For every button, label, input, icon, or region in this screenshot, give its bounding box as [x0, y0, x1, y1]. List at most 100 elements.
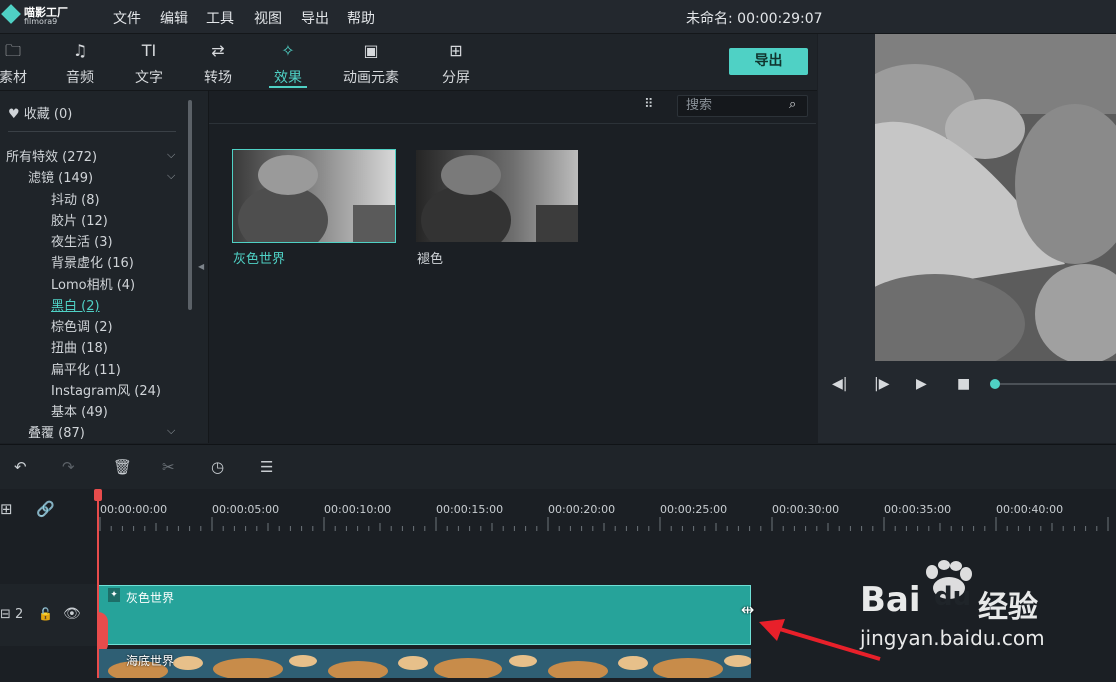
speed-clock-icon[interactable]: ◷ — [211, 458, 224, 476]
tree-basic[interactable]: 基本 (49) — [51, 401, 108, 420]
divider — [8, 131, 176, 132]
tab-transitions[interactable]: ⇄ 转场 — [200, 34, 236, 88]
effects-grid — [209, 91, 816, 443]
effect-thumb-fade[interactable] — [416, 150, 578, 242]
ruler-label: 00:00:20:00 — [548, 503, 616, 516]
tree-film[interactable]: 胶片 (12) — [51, 210, 108, 229]
menu-file[interactable]: 文件 — [113, 8, 141, 28]
playhead-marker[interactable] — [98, 612, 108, 654]
effect-thumb-image — [233, 150, 395, 242]
tree-shake[interactable]: 抖动 (8) — [51, 189, 100, 208]
adjust-sliders-icon[interactable]: ☰ — [260, 458, 273, 476]
tab-media[interactable]: 🗀 素材 — [0, 34, 30, 88]
ruler-label: 00:00:40:00 — [996, 503, 1064, 516]
tree-nightlife[interactable]: 夜生活 (3) — [51, 231, 113, 250]
ruler-label: 00:00:25:00 — [660, 503, 728, 516]
watermark-jingyan: 经验 — [978, 590, 1038, 625]
eye-icon[interactable]: 👁 — [63, 606, 81, 622]
tab-elements-label: 动画元素 — [343, 70, 399, 86]
tree-sepia[interactable]: 棕色调 (2) — [51, 316, 113, 335]
playhead[interactable] — [97, 489, 99, 678]
favorites-item[interactable]: ♥ 收藏 (0) — [8, 103, 72, 122]
cut-icon[interactable]: ✂ — [162, 458, 175, 476]
tab-transitions-label: 转场 — [204, 70, 232, 86]
menu-export[interactable]: 导出 — [301, 8, 329, 28]
export-button[interactable]: 导出 — [729, 48, 808, 75]
ruler-label: 00:00:35:00 — [884, 503, 952, 516]
effect-thumb-gray-world[interactable] — [232, 149, 396, 243]
menu-edit[interactable]: 编辑 — [160, 8, 188, 28]
stop-icon[interactable]: ■ — [957, 376, 970, 392]
ruler-label: 00:00:10:00 — [324, 503, 392, 516]
ruler-label: 00:00:15:00 — [436, 503, 504, 516]
tab-effects-label: 效果 — [274, 70, 302, 86]
favorites-label: 收藏 (0) — [23, 107, 73, 122]
tab-split-screen[interactable]: ⊞ 分屏 — [438, 34, 474, 88]
menu-help[interactable]: 帮助 — [347, 8, 375, 28]
tree-instagram[interactable]: Instagram风 (24) — [51, 380, 161, 399]
lock-icon[interactable]: 🔓 — [38, 607, 53, 621]
playhead-handle[interactable] — [94, 489, 102, 501]
tab-split-screen-label: 分屏 — [442, 70, 470, 86]
effects-icon: ✧ — [281, 41, 295, 60]
text-icon: TI — [141, 41, 157, 60]
logo-icon — [1, 4, 21, 24]
media-toolbar — [0, 34, 817, 91]
tree-lomo[interactable]: Lomo相机 (4) — [51, 274, 135, 293]
tree-flat[interactable]: 扁平化 (11) — [51, 359, 121, 378]
image-icon: ▣ — [363, 41, 379, 60]
tree-black-white[interactable]: 黑白 (2) — [51, 295, 100, 314]
ruler-label: 00:00:30:00 — [772, 503, 840, 516]
grid-view-icon[interactable]: ⠿ — [644, 97, 653, 112]
collapse-panel-icon[interactable]: ◀ — [198, 262, 204, 271]
watermark-brand: Bai — [860, 580, 921, 620]
menu-view[interactable]: 视图 — [254, 8, 282, 28]
video-clip[interactable] — [98, 649, 752, 681]
resize-cursor-icon: ⇹ — [741, 600, 755, 619]
track-icon: ⊟ — [0, 607, 11, 622]
effect-label: 灰色世界 — [233, 252, 286, 267]
tree-overlays[interactable]: 叠覆 (87) — [28, 422, 85, 441]
tab-media-label: 素材 — [0, 70, 27, 86]
tree-filters[interactable]: 滤镜 (149) — [28, 167, 93, 186]
tree-bokeh[interactable]: 背景虚化 (16) — [51, 252, 134, 271]
chevron-down-icon[interactable]: ⌵ — [167, 424, 175, 438]
preview-video — [845, 34, 1116, 374]
folder-icon: 🗀 — [4, 41, 22, 60]
video-clip-label: 海底世界 — [126, 654, 175, 668]
ruler-label: 00:00:00:00 — [100, 503, 168, 516]
redo-icon[interactable]: ↷ — [62, 458, 75, 476]
tab-effects[interactable]: ✧ 效果 — [269, 34, 307, 88]
play-icon[interactable]: ▶ — [916, 376, 927, 392]
effect-clip[interactable] — [98, 585, 751, 645]
active-tab-underline — [269, 86, 307, 88]
preview-scrubber-handle[interactable] — [990, 379, 1000, 389]
sidebar-scrollbar[interactable] — [188, 100, 192, 310]
link-icon[interactable]: 🔗 — [36, 500, 55, 518]
tree-distortion[interactable]: 扭曲 (18) — [51, 337, 108, 356]
play-pause-icon[interactable]: |▶ — [874, 376, 889, 392]
add-track-icon[interactable]: ⊞ — [0, 500, 13, 518]
app-logo: 喵影工厂 filmora9 — [1, 2, 82, 30]
effect-thumb-image — [416, 150, 578, 242]
delete-icon[interactable]: 🗑 — [113, 458, 132, 476]
preview-scrubber-track[interactable] — [1000, 383, 1116, 385]
music-note-icon: ♫ — [72, 41, 88, 60]
search-icon[interactable]: ⌕ — [789, 97, 796, 112]
tab-audio[interactable]: ♫ 音频 — [62, 34, 98, 88]
previous-frame-icon[interactable]: ◀| — [832, 376, 847, 392]
chevron-down-icon[interactable]: ⌵ — [167, 148, 175, 162]
undo-icon[interactable]: ↶ — [14, 458, 27, 476]
menu-tools[interactable]: 工具 — [206, 8, 234, 28]
tab-text[interactable]: TI 文字 — [131, 34, 167, 88]
document-title: 未命名: 00:00:29:07 — [686, 11, 823, 27]
heart-icon: ♥ — [8, 107, 20, 122]
video-clip-filmstrip — [98, 649, 752, 681]
preview-frame — [845, 34, 1116, 374]
tab-elements[interactable]: ▣ 动画元素 — [341, 34, 401, 88]
logo-subtext: filmora9 — [24, 17, 58, 26]
tab-audio-label: 音频 — [66, 70, 94, 86]
tree-all-effects[interactable]: 所有特效 (272) — [6, 146, 97, 165]
chevron-down-icon[interactable]: ⌵ — [167, 169, 175, 183]
effect-clip-label: 灰色世界 — [126, 591, 175, 605]
